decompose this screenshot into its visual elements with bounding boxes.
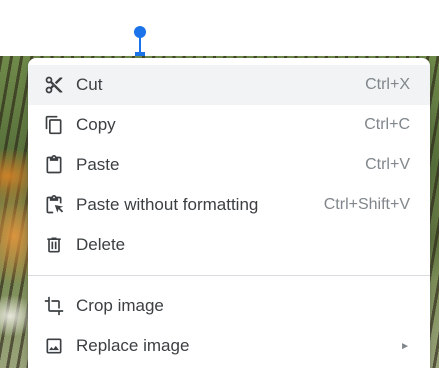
selection-handle-base bbox=[135, 52, 145, 56]
clipboard-icon bbox=[44, 155, 64, 175]
menu-divider bbox=[28, 275, 430, 276]
image-icon bbox=[44, 336, 64, 356]
menu-item-delete[interactable]: Delete bbox=[28, 225, 430, 265]
scissors-icon bbox=[44, 75, 64, 95]
document-canvas: Cut Ctrl+X Copy Ctrl+C Paste Ctrl+V Past… bbox=[0, 0, 439, 368]
copy-icon bbox=[44, 115, 64, 135]
menu-item-label: Replace image bbox=[76, 336, 190, 355]
menu-item-label: Cut bbox=[76, 75, 103, 94]
menu-item-paste-without-formatting[interactable]: Paste without formatting Ctrl+Shift+V bbox=[28, 185, 430, 225]
context-menu: Cut Ctrl+X Copy Ctrl+C Paste Ctrl+V Past… bbox=[28, 58, 430, 368]
paste-plain-icon bbox=[44, 195, 64, 215]
menu-item-cut[interactable]: Cut Ctrl+X bbox=[28, 65, 430, 105]
menu-item-copy[interactable]: Copy Ctrl+C bbox=[28, 105, 430, 145]
menu-item-replace-image[interactable]: Replace image ► bbox=[28, 326, 430, 366]
crop-icon bbox=[44, 296, 64, 316]
menu-item-shortcut: Ctrl+V bbox=[365, 156, 410, 173]
menu-item-shortcut: Ctrl+C bbox=[364, 116, 410, 133]
menu-item-label: Paste bbox=[76, 155, 120, 174]
menu-item-crop-image[interactable]: Crop image bbox=[28, 286, 430, 326]
menu-item-shortcut: Ctrl+X bbox=[365, 76, 410, 93]
menu-item-shortcut: Ctrl+Shift+V bbox=[323, 196, 410, 213]
menu-item-label: Paste without formatting bbox=[76, 195, 259, 214]
menu-item-paste[interactable]: Paste Ctrl+V bbox=[28, 145, 430, 185]
submenu-arrow-icon: ► bbox=[400, 340, 410, 352]
trash-icon bbox=[44, 235, 64, 255]
menu-item-label: Copy bbox=[76, 115, 116, 134]
menu-item-label: Crop image bbox=[76, 296, 164, 315]
menu-item-label: Delete bbox=[76, 235, 126, 254]
